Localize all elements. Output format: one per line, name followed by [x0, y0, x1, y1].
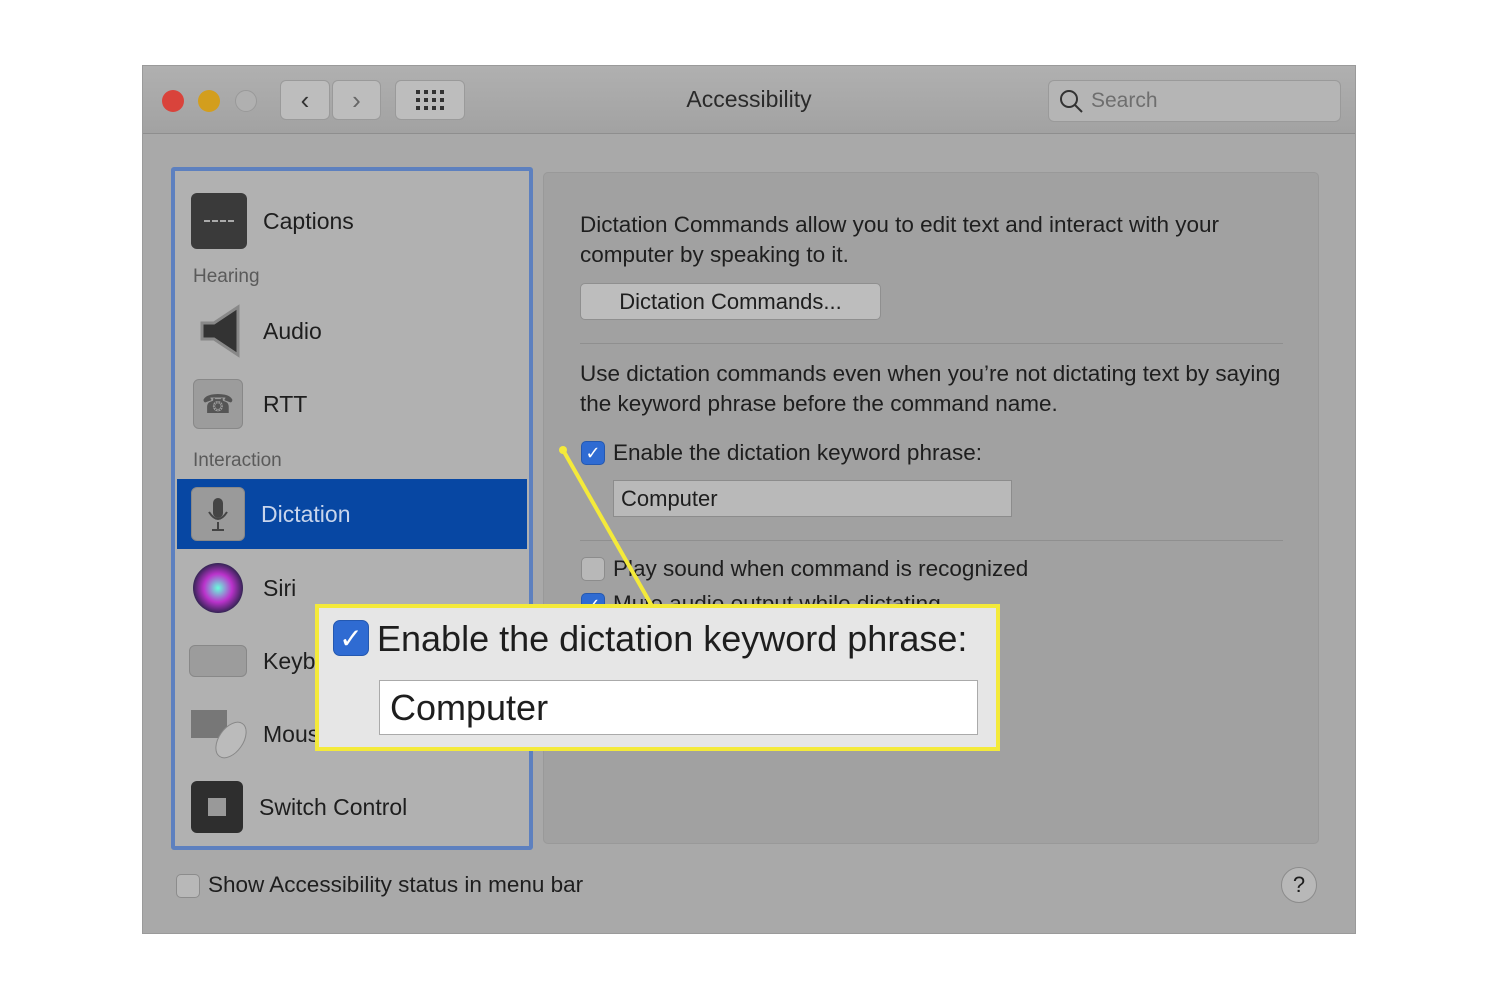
checkmark-icon: ✓: [339, 622, 363, 654]
callout-label: Enable the dictation keyword phrase:: [377, 618, 968, 659]
callout-keyword-field: Computer: [379, 680, 978, 735]
callout-checkbox: ✓: [333, 620, 369, 656]
zoomed-callout: ✓ Enable the dictation keyword phrase: C…: [315, 604, 1000, 751]
callout-pointer-line: [559, 446, 654, 607]
